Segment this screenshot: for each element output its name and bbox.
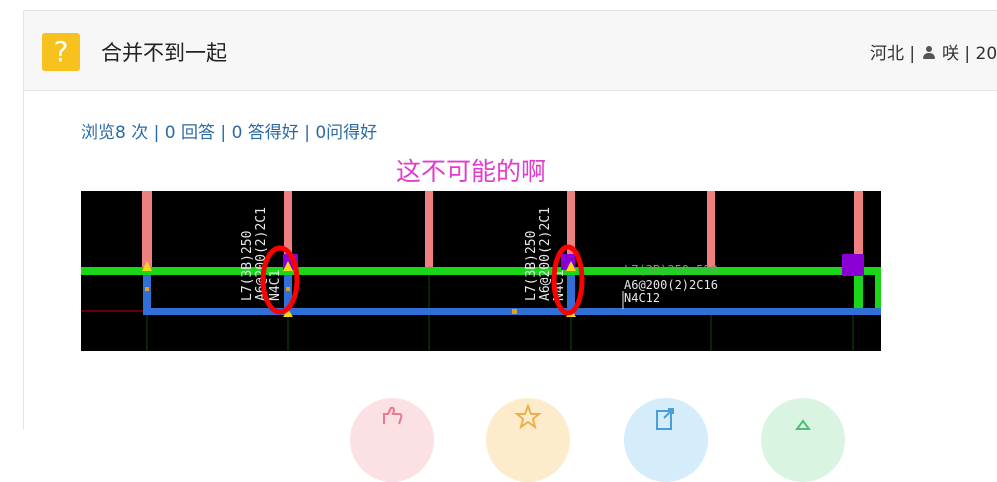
node-marker xyxy=(286,287,290,291)
blue-beam xyxy=(567,275,575,311)
like-icon xyxy=(350,398,434,438)
green-beam xyxy=(854,275,863,311)
beam-label: L7(3B)250 xyxy=(524,231,539,301)
question-stats: 浏览8 次 | 0 回答 | 0 答得好 | 0问得好 xyxy=(81,118,377,143)
views-count: 浏览8 次 xyxy=(81,123,148,143)
timestamp-text: 201 xyxy=(976,44,997,64)
separator: | xyxy=(304,123,315,143)
question-meta: 河北 | 咲 | 201 xyxy=(870,39,997,64)
node-marker xyxy=(145,287,149,291)
user-icon xyxy=(923,46,935,60)
favorite-button[interactable] xyxy=(486,398,570,482)
beam-label: A6@200(2)2C1 xyxy=(538,207,553,301)
share-button[interactable] xyxy=(624,398,708,482)
cad-screenshot: L7(3B)250 A6@200(2)2C1 N4C1 L7(3B)250 A6… xyxy=(81,191,881,351)
good-answers-count: 0 答得好 xyxy=(232,123,299,143)
star-icon xyxy=(486,398,570,438)
column-beam xyxy=(707,191,715,269)
blue-beam xyxy=(143,275,151,311)
beam-label: N4C1 xyxy=(268,270,283,301)
image-caption: 这不可能的啊 xyxy=(396,152,546,188)
question-mark-icon: ? xyxy=(42,33,80,71)
green-beam xyxy=(875,275,881,311)
question-card: ? 合并不到一起 河北 | 咲 | 201 浏览8 次 | 0 回答 | 0 答… xyxy=(23,10,997,430)
answers-count: 0 回答 xyxy=(165,123,215,143)
up-button[interactable] xyxy=(761,398,845,482)
column-beam xyxy=(425,191,433,269)
separator: | xyxy=(909,44,920,64)
beam-label: L7(3B)250 xyxy=(240,231,255,301)
separator: | xyxy=(964,44,975,64)
user-name[interactable]: 咲 xyxy=(942,44,959,64)
green-beam xyxy=(81,267,881,275)
separator: | xyxy=(154,123,165,143)
question-header: ? 合并不到一起 河北 | 咲 | 201 xyxy=(24,11,997,91)
share-icon xyxy=(624,398,708,438)
separator: | xyxy=(220,123,231,143)
cad-drawing: L7(3B)250 A6@200(2)2C1 N4C1 L7(3B)250 A6… xyxy=(81,191,881,351)
like-button[interactable] xyxy=(350,398,434,482)
up-icon xyxy=(761,398,845,438)
column-marker xyxy=(842,254,864,276)
left-gutter xyxy=(0,0,23,429)
beam-label: A6@200(2)2C16 xyxy=(624,278,718,292)
beam-label: N4C12 xyxy=(624,291,660,305)
node-marker xyxy=(512,309,517,314)
page-title: 合并不到一起 xyxy=(101,37,227,67)
location-text: 河北 xyxy=(870,44,904,64)
column-beam xyxy=(142,191,152,269)
beam-label: L7(3B)250×550 xyxy=(624,263,718,277)
good-questions-count: 0问得好 xyxy=(315,123,377,143)
